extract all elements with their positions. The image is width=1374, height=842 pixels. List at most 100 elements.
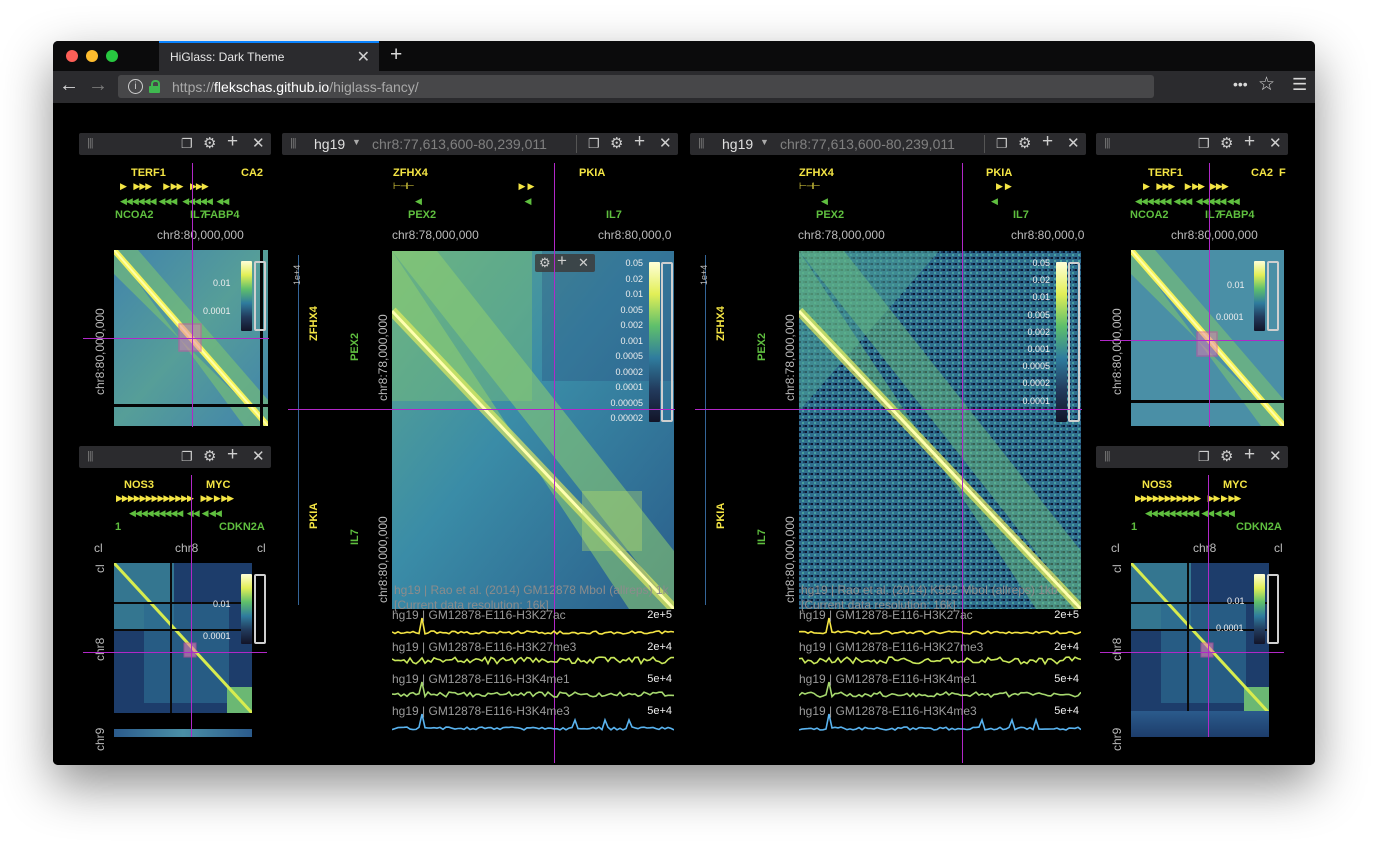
- gear-icon[interactable]: ⚙: [1220, 448, 1233, 466]
- add-icon[interactable]: +: [227, 445, 238, 464]
- add-icon[interactable]: +: [1244, 445, 1255, 464]
- gene-label-vertical-zfhx4: ZFHX4: [715, 306, 727, 341]
- bookmark-star-icon[interactable]: ☆: [1258, 73, 1275, 96]
- view-header-overview-top-right[interactable]: ||| ❐ ⚙ + ✕: [1096, 132, 1288, 155]
- heatmap-chromosome-left[interactable]: [114, 563, 252, 713]
- colorbar-overview-top-left[interactable]: [241, 261, 267, 331]
- chevron-down-icon[interactable]: ▼: [352, 137, 361, 147]
- gene-arrows-minus: ◀◀◀◀◀◀◀◀◀ ◀◀ ◀ ◀◀: [129, 508, 222, 518]
- track-controls-overlay[interactable]: ⚙ + ✕: [535, 252, 595, 272]
- view-header-overview-bottom-left[interactable]: ||| ❐ ⚙ + ✕: [79, 445, 271, 468]
- drag-grip-icon[interactable]: |||: [87, 450, 94, 462]
- maximize-window-dot[interactable]: [106, 50, 118, 62]
- hamburger-menu-icon[interactable]: ☰: [1292, 75, 1307, 95]
- add-icon[interactable]: +: [557, 252, 567, 270]
- close-icon[interactable]: ✕: [252, 448, 265, 466]
- copy-icon[interactable]: ❐: [996, 135, 1008, 153]
- crosshair-vertical: [1209, 163, 1210, 427]
- heatmap-chromosome-right[interactable]: [1131, 563, 1269, 713]
- info-icon[interactable]: i: [128, 79, 143, 94]
- url-bar[interactable]: i https://flekschas.github.io/higlass-fa…: [118, 75, 1154, 98]
- location-input[interactable]: chr8:77,613,600-80,239,011: [780, 136, 955, 152]
- url-text: https://flekschas.github.io/higlass-fanc…: [172, 79, 419, 95]
- view-header-main-left[interactable]: ||| hg19 ▼ chr8:77,613,600-80,239,011 ❐ …: [282, 132, 678, 155]
- signal-track[interactable]: hg19 | GM12878-E116-H3K4me1 5e+4: [392, 673, 674, 703]
- track-label: hg19 | GM12878-E116-H3K27me3: [392, 641, 577, 654]
- axis-label-y: chr8: [93, 637, 107, 661]
- signal-track[interactable]: hg19 | GM12878-E116-H3K27ac 2e+5: [392, 609, 674, 639]
- close-icon[interactable]: ✕: [578, 254, 589, 272]
- copy-icon[interactable]: ❐: [181, 448, 193, 466]
- track-max-label: 5e+4: [1054, 705, 1079, 717]
- colorbar-tick: 0.01: [213, 599, 231, 609]
- signal-track[interactable]: hg19 | GM12878-E116-H3K4me3 5e+4: [392, 705, 674, 735]
- signal-track[interactable]: hg19 | GM12878-E116-H3K27ac 2e+5: [799, 609, 1081, 639]
- new-tab-button[interactable]: +: [390, 43, 402, 67]
- drag-grip-icon[interactable]: |||: [698, 137, 705, 149]
- close-icon[interactable]: ✕: [1067, 135, 1080, 153]
- add-icon[interactable]: +: [634, 132, 645, 151]
- location-input[interactable]: chr8:77,613,600-80,239,011: [372, 136, 547, 152]
- colorbar-overview-bottom-left[interactable]: [241, 574, 267, 644]
- add-icon[interactable]: +: [1042, 132, 1053, 151]
- signal-track[interactable]: hg19 | GM12878-E116-H3K4me1 5e+4: [799, 673, 1081, 703]
- heatmap-chromosome-right-graphic: [1131, 563, 1269, 713]
- colorbar-overview-bottom-right[interactable]: [1254, 574, 1280, 644]
- add-icon[interactable]: +: [227, 132, 238, 151]
- vertical-track-scale: 1e+4: [699, 264, 709, 285]
- genome-selector[interactable]: hg19: [722, 136, 753, 152]
- heatmap-main-right[interactable]: [799, 251, 1081, 609]
- copy-icon[interactable]: ❐: [181, 135, 193, 153]
- signal-track[interactable]: hg19 | GM12878-E116-H3K27me3 2e+4: [392, 641, 674, 671]
- drag-grip-icon[interactable]: |||: [1104, 137, 1111, 149]
- minimize-window-dot[interactable]: [86, 50, 98, 62]
- colorbar-main-left[interactable]: [649, 262, 675, 422]
- axis-label-x-left: cl: [1111, 541, 1120, 555]
- gene-label-myc: MYC: [206, 479, 231, 491]
- gene-label-myc: MYC: [1223, 479, 1248, 491]
- heatmap-chromosome-next: [1131, 711, 1269, 737]
- close-icon[interactable]: ✕: [1269, 135, 1282, 153]
- view-header-main-right[interactable]: ||| hg19 ▼ chr8:77,613,600-80,239,011 ❐ …: [690, 132, 1086, 155]
- genome-selector[interactable]: hg19: [314, 136, 345, 152]
- gear-icon[interactable]: ⚙: [203, 448, 216, 466]
- track-max-label: 5e+4: [647, 673, 672, 685]
- view-header-overview-bottom-right[interactable]: ||| ❐ ⚙ + ✕: [1096, 445, 1288, 468]
- drag-grip-icon[interactable]: |||: [87, 137, 94, 149]
- drag-grip-icon[interactable]: |||: [290, 137, 297, 149]
- close-icon[interactable]: ✕: [659, 135, 672, 153]
- track-label: hg19 | GM12878-E116-H3K27ac: [392, 609, 566, 622]
- track-max-label: 5e+4: [1054, 673, 1079, 685]
- more-actions-icon[interactable]: •••: [1233, 76, 1248, 92]
- copy-icon[interactable]: ❐: [1198, 135, 1210, 153]
- back-button[interactable]: ←: [59, 74, 79, 97]
- colorbar-overview-top-right[interactable]: [1254, 261, 1280, 331]
- track-max-label: 2e+4: [647, 641, 672, 653]
- close-icon[interactable]: ✕: [252, 135, 265, 153]
- colorbar-main-right[interactable]: [1056, 262, 1082, 422]
- gear-icon[interactable]: ⚙: [610, 135, 623, 153]
- track-max-label: 5e+4: [647, 705, 672, 717]
- gene-label-vertical-il7: IL7: [756, 529, 768, 545]
- tab-close-icon[interactable]: ✕: [357, 47, 370, 67]
- browser-tab[interactable]: HiGlass: Dark Theme ✕: [159, 41, 379, 71]
- gear-icon[interactable]: ⚙: [1018, 135, 1031, 153]
- drag-grip-icon[interactable]: |||: [1104, 450, 1111, 462]
- signal-track[interactable]: hg19 | GM12878-E116-H3K4me3 5e+4: [799, 705, 1081, 735]
- gear-icon[interactable]: ⚙: [203, 135, 216, 153]
- close-window-dot[interactable]: [66, 50, 78, 62]
- view-header-overview-top-left[interactable]: ||| ❐ ⚙ + ✕: [79, 132, 271, 155]
- track-max-label: 2e+5: [647, 609, 672, 621]
- gene-label-fabp4: FABP4: [204, 209, 240, 221]
- gear-icon[interactable]: ⚙: [539, 254, 551, 272]
- signal-track[interactable]: hg19 | GM12878-E116-H3K27me3 2e+4: [799, 641, 1081, 671]
- gene-label-ca2: CA2: [1251, 167, 1274, 179]
- copy-icon[interactable]: ❐: [1198, 448, 1210, 466]
- gear-icon[interactable]: ⚙: [1220, 135, 1233, 153]
- forward-button[interactable]: →: [88, 74, 108, 97]
- copy-icon[interactable]: ❐: [588, 135, 600, 153]
- close-icon[interactable]: ✕: [1269, 448, 1282, 466]
- chevron-down-icon[interactable]: ▼: [760, 137, 769, 147]
- vertical-track-scale: 1e+4: [292, 264, 302, 285]
- add-icon[interactable]: +: [1244, 132, 1255, 151]
